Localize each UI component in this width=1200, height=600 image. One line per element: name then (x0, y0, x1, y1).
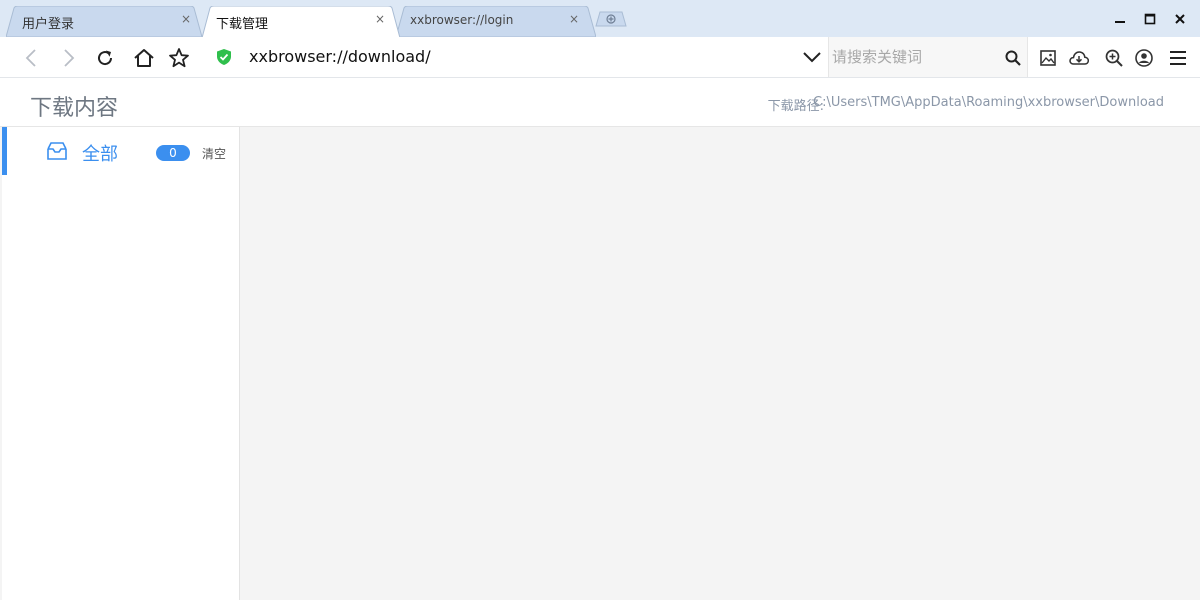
reload-button[interactable] (93, 46, 117, 70)
url-text[interactable]: xxbrowser://download/ (249, 47, 431, 66)
image-icon (1040, 50, 1056, 66)
download-button[interactable] (1067, 46, 1091, 70)
close-tab-icon[interactable]: × (567, 12, 581, 26)
close-icon (1175, 14, 1185, 24)
browser-toolbar: xxbrowser://download/ (0, 37, 1200, 78)
close-tab-icon[interactable]: × (179, 12, 193, 26)
search-input[interactable] (832, 45, 1000, 69)
search-icon (1005, 50, 1021, 66)
star-icon (169, 48, 189, 68)
maximize-icon (1144, 13, 1156, 25)
page-header: 下载内容 下载路径: C:\Users\TMG\AppData\Roaming\… (0, 78, 1200, 127)
reload-icon (98, 50, 113, 66)
download-sidebar: 全部 0 (2, 127, 240, 600)
arrow-right-icon (64, 49, 75, 67)
download-list-area (241, 127, 1200, 600)
tab-login[interactable]: xxbrowser://login × (396, 6, 596, 37)
tab-user-login[interactable]: 用户登录 × (6, 6, 202, 37)
sidebar-item-label: 全部 (82, 144, 118, 165)
hamburger-menu-icon (1170, 51, 1186, 65)
screenshot-button[interactable] (1036, 46, 1060, 70)
search-box (828, 37, 1028, 77)
new-tab-icon (595, 11, 627, 27)
inbox-icon (47, 142, 67, 160)
download-manager-page: 下载内容 下载路径: C:\Users\TMG\AppData\Roaming\… (0, 78, 1200, 600)
forward-button[interactable] (56, 46, 80, 70)
account-button[interactable] (1132, 46, 1156, 70)
chevron-down-icon[interactable] (802, 50, 822, 64)
page-title: 下载内容 (30, 96, 119, 121)
close-tab-icon[interactable]: × (373, 12, 387, 26)
shield-check-icon (217, 49, 231, 65)
minimize-icon (1115, 21, 1125, 23)
user-icon (1135, 49, 1153, 67)
tab-label: xxbrowser://login (410, 13, 514, 27)
tab-download-manager[interactable]: 下载管理 × (202, 6, 400, 38)
cloud-download-icon (1069, 51, 1090, 65)
zoom-in-icon (1105, 49, 1123, 67)
menu-button[interactable] (1166, 46, 1190, 70)
tab-label: 用户登录 (22, 17, 75, 32)
arrow-left-icon (25, 49, 36, 67)
back-button[interactable] (20, 46, 44, 70)
home-button[interactable] (132, 46, 156, 70)
count-badge: 0 (156, 145, 190, 161)
tab-label: 下载管理 (216, 17, 269, 32)
clear-button[interactable]: 清空 (202, 145, 226, 162)
download-path-value[interactable]: C:\Users\TMG\AppData\Roaming\xxbrowser\D… (813, 95, 1164, 110)
tab-strip: 用户登录 × xxbrowser://login × 下载管理 × (0, 0, 1200, 38)
bookmark-button[interactable] (167, 46, 191, 70)
minimize-button[interactable] (1108, 8, 1132, 30)
maximize-button[interactable] (1138, 8, 1162, 30)
close-window-button[interactable] (1168, 8, 1192, 30)
new-tab-button[interactable] (595, 11, 627, 27)
active-indicator (2, 127, 7, 175)
search-button[interactable] (1001, 46, 1025, 70)
home-icon (134, 49, 154, 67)
address-bar[interactable]: xxbrowser://download/ (206, 37, 828, 77)
zoom-button[interactable] (1102, 46, 1126, 70)
